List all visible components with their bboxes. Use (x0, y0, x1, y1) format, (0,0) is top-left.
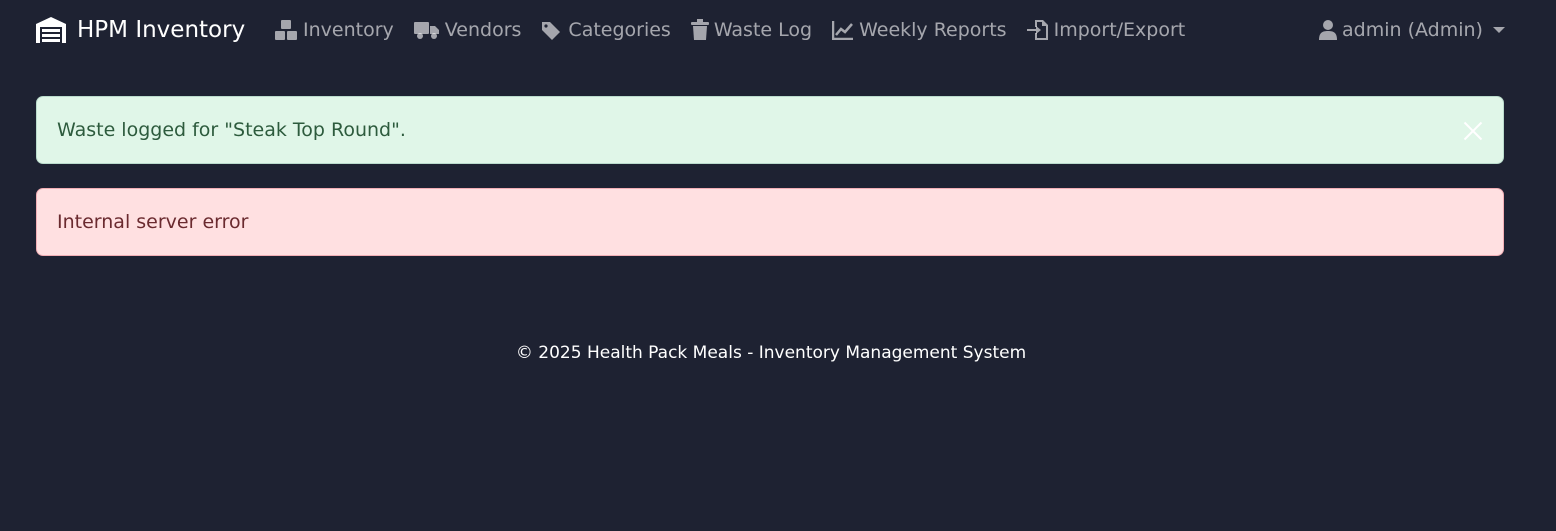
nav-label-categories: Categories (568, 19, 671, 41)
trash-icon (690, 19, 709, 40)
navbar: HPM Inventory Inventory Vendors Categori… (0, 0, 1556, 62)
brand-link[interactable]: HPM Inventory (35, 14, 245, 46)
nav-label-waste-log: Waste Log (713, 19, 813, 41)
nav-label-vendors: Vendors (444, 19, 522, 41)
nav-item-categories[interactable]: Categories (541, 19, 671, 41)
error-alert-message: Internal server error (57, 211, 249, 233)
import-icon (1026, 20, 1048, 40)
error-alert: Internal server error (36, 188, 1504, 256)
nav-item-import-export[interactable]: Import/Export (1026, 19, 1186, 41)
nav-label-import-export: Import/Export (1053, 19, 1186, 41)
footer-text: © 2025 Health Pack Meals - Inventory Man… (515, 343, 1027, 363)
chart-line-icon (832, 21, 854, 40)
nav-item-inventory[interactable]: Inventory (274, 19, 394, 41)
user-icon (1319, 20, 1337, 40)
warehouse-icon (36, 17, 66, 43)
footer: © 2025 Health Pack Meals - Inventory Man… (0, 343, 1542, 363)
nav-label-weekly-reports: Weekly Reports (859, 19, 1007, 41)
nav-item-waste-log[interactable]: Waste Log (690, 19, 813, 41)
truck-icon (413, 22, 439, 39)
success-alert: Waste logged for "Steak Top Round". (36, 96, 1504, 164)
close-icon[interactable] (1463, 121, 1483, 141)
nav-item-weekly-reports[interactable]: Weekly Reports (832, 19, 1007, 41)
user-dropdown[interactable]: admin (Admin) (1319, 15, 1505, 45)
boxes-icon (275, 20, 297, 40)
chevron-down-icon (1492, 27, 1505, 33)
success-alert-message: Waste logged for "Steak Top Round". (57, 119, 406, 141)
nav-links: Inventory Vendors Categories Waste Log W… (274, 15, 1205, 45)
nav-item-vendors[interactable]: Vendors (413, 19, 522, 41)
nav-label-inventory: Inventory (303, 19, 394, 41)
user-name: admin (Admin) (1342, 19, 1483, 41)
brand-name: HPM Inventory (77, 17, 246, 43)
tags-icon (542, 22, 561, 40)
